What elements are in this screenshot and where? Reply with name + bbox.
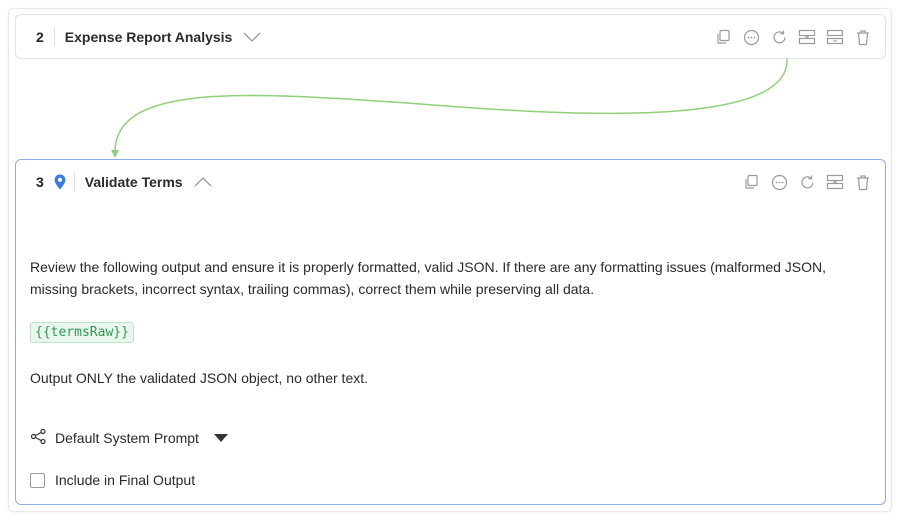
- step-actions-2: [713, 15, 873, 59]
- prompt-text[interactable]: Output ONLY the validated JSON object, n…: [30, 367, 870, 389]
- prompt-editor[interactable]: Review the following output and ensure i…: [30, 256, 870, 389]
- split-bottom-icon[interactable]: [825, 27, 845, 47]
- chevron-down-icon[interactable]: [242, 31, 262, 43]
- system-prompt-label: Default System Prompt: [55, 430, 199, 446]
- copy-icon[interactable]: [741, 172, 761, 192]
- prompt-text[interactable]: Review the following output and ensure i…: [30, 256, 870, 300]
- system-prompt-selector[interactable]: Default System Prompt: [30, 428, 229, 448]
- workflow-canvas: 2 Expense Report Analysis 3 Validate Ter…: [0, 0, 900, 520]
- share-nodes-icon: [30, 428, 47, 448]
- header-divider: [53, 28, 55, 46]
- split-top-icon[interactable]: [797, 27, 817, 47]
- caret-down-icon[interactable]: [213, 433, 229, 443]
- more-icon[interactable]: [741, 27, 761, 47]
- refresh-icon[interactable]: [769, 27, 789, 47]
- step-number: 3: [36, 174, 44, 190]
- location-pin-icon: [54, 174, 66, 190]
- trash-icon[interactable]: [853, 172, 873, 192]
- copy-icon[interactable]: [713, 27, 733, 47]
- step-title: Validate Terms: [84, 174, 183, 190]
- step-card-2[interactable]: 2 Expense Report Analysis: [15, 14, 886, 59]
- include-final-output-checkbox[interactable]: [30, 472, 45, 488]
- variable-chip[interactable]: {{termsRaw}}: [30, 322, 134, 343]
- step-card-3[interactable]: 3 Validate Terms Review the following ou…: [15, 159, 886, 505]
- more-icon[interactable]: [769, 172, 789, 192]
- chevron-up-icon[interactable]: [193, 176, 213, 188]
- header-divider: [73, 173, 75, 191]
- split-icon[interactable]: [825, 172, 845, 192]
- step-actions-3: [741, 160, 873, 204]
- refresh-icon[interactable]: [797, 172, 817, 192]
- step-number: 2: [36, 29, 44, 45]
- include-final-output-label: Include in Final Output: [55, 472, 196, 488]
- step-title: Expense Report Analysis: [64, 29, 233, 45]
- include-final-output-row[interactable]: Include in Final Output: [30, 472, 195, 488]
- trash-icon[interactable]: [853, 27, 873, 47]
